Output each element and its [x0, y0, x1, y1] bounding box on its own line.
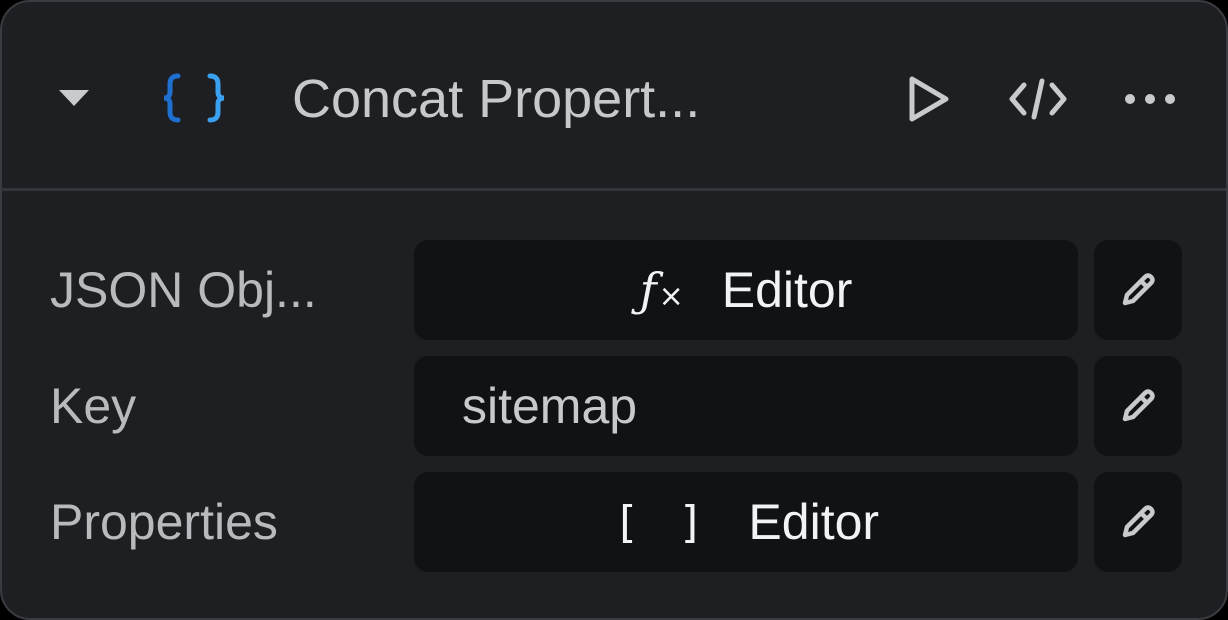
field-label: Key [50, 378, 137, 434]
run-button[interactable] [898, 66, 960, 132]
collapse-button[interactable] [48, 68, 100, 128]
caret-down-icon [59, 90, 89, 106]
pencil-icon [1122, 505, 1155, 538]
key-input[interactable]: sitemap [414, 356, 1078, 456]
field-label: JSON Obj... [50, 262, 317, 318]
fx-icon: ƒ × [639, 263, 684, 317]
field-value: Editor [748, 494, 880, 550]
node-title: Concat Propert... [292, 69, 701, 129]
properties-editor-button[interactable]: [ ] Editor [414, 472, 1078, 572]
braces-icon [158, 68, 230, 128]
code-view-button[interactable] [1002, 66, 1074, 132]
edit-properties-button[interactable] [1094, 472, 1182, 572]
field-value: Editor [721, 262, 853, 318]
field-row-key: Key sitemap [2, 356, 1226, 456]
node-panel: Concat Propert... JSON Obj... ƒ × Editor… [0, 0, 1228, 620]
node-header: Concat Propert... [2, 2, 1226, 191]
more-horizontal-icon [1125, 94, 1175, 104]
brackets-icon: [ ] [612, 496, 711, 548]
field-row-json-object: JSON Obj... ƒ × Editor [2, 240, 1226, 340]
field-value: sitemap [462, 378, 638, 434]
json-object-editor-button[interactable]: ƒ × Editor [414, 240, 1078, 340]
edit-json-object-button[interactable] [1094, 240, 1182, 340]
pencil-icon [1122, 389, 1155, 422]
pencil-icon [1122, 273, 1155, 306]
field-label: Properties [50, 494, 278, 550]
play-icon [909, 76, 949, 122]
more-options-button[interactable] [1114, 66, 1186, 132]
edit-key-button[interactable] [1094, 356, 1182, 456]
code-icon [1009, 78, 1067, 120]
field-row-properties: Properties [ ] Editor [2, 472, 1226, 572]
